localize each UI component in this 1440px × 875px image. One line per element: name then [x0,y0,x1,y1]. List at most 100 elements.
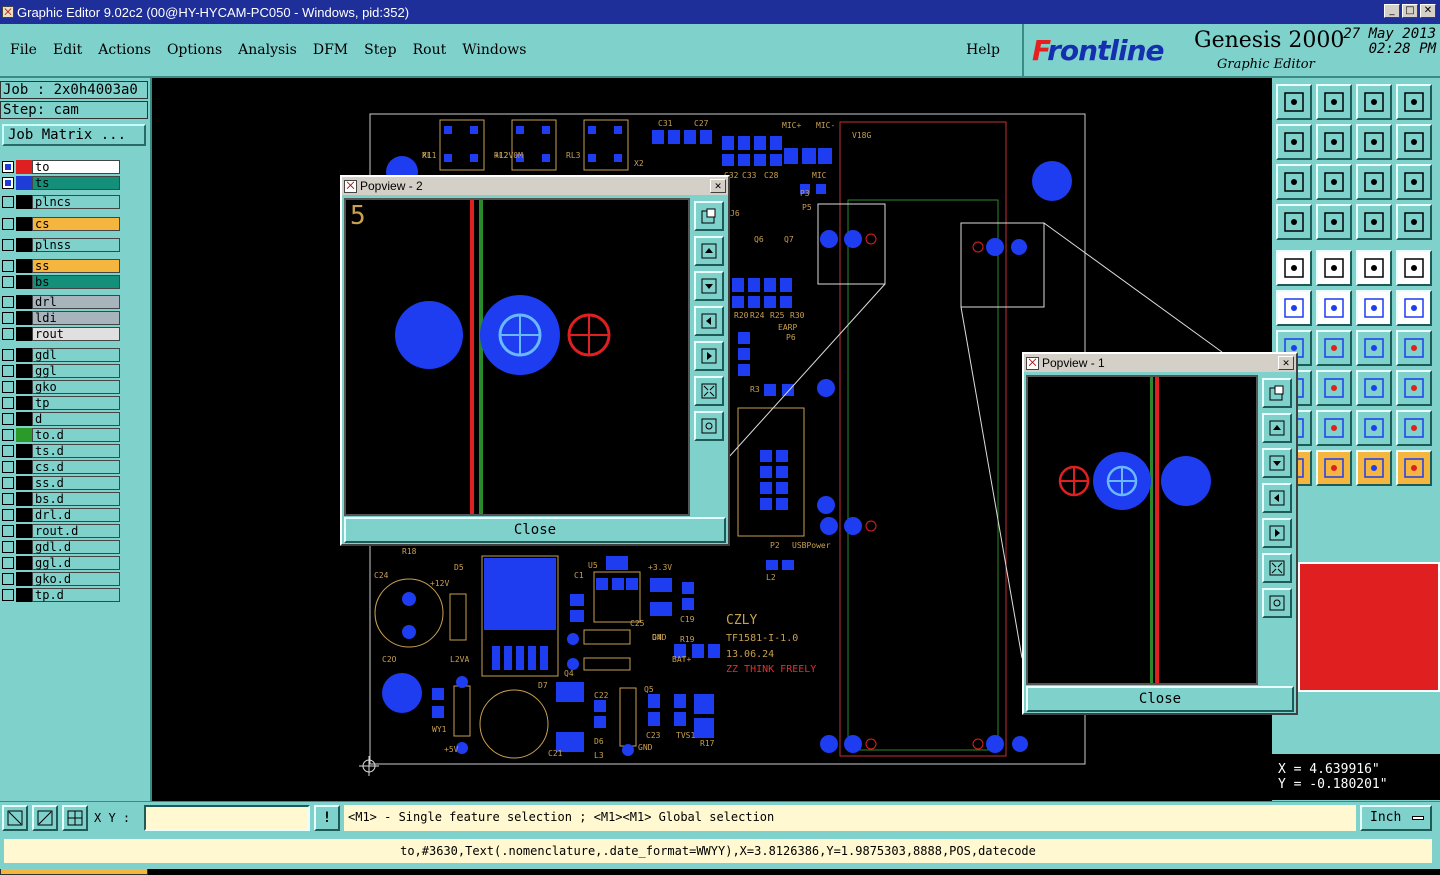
component-icon[interactable] [1396,370,1432,406]
pv-pan-down-icon[interactable] [694,271,724,301]
pv-zoom-in-icon[interactable] [1262,553,1292,583]
menu-options[interactable]: Options [159,42,230,58]
layer-color-swatch[interactable] [16,295,32,309]
scale-icon[interactable] [1356,164,1392,200]
fit-icon[interactable] [1276,164,1312,200]
layer-row-drl-d[interactable]: drl.d [2,508,120,522]
layer-checkbox[interactable] [2,509,14,521]
layer-checkbox[interactable] [2,429,14,441]
layer-name[interactable]: to [32,160,120,174]
layer-color-swatch[interactable] [16,275,32,289]
net-icon[interactable] [1276,290,1312,326]
popview-1-view[interactable] [1026,375,1258,685]
layer-name[interactable]: ldi [32,311,120,325]
layer-name[interactable]: rout.d [32,524,120,538]
menu-windows[interactable]: Windows [454,42,534,58]
layer-checkbox[interactable] [2,573,14,585]
snap-icon[interactable] [2,805,28,831]
layer-checkbox[interactable] [2,177,14,189]
layer-checkbox[interactable] [2,557,14,569]
layer-row-drl[interactable]: drl [2,295,120,309]
layer-color-swatch[interactable] [16,444,32,458]
menu-actions[interactable]: Actions [90,42,159,58]
layer-name[interactable]: plncs [32,195,120,209]
polygon-icon[interactable] [1316,250,1352,286]
layer-row-rout-d[interactable]: rout.d [2,524,120,538]
menu-dfm[interactable]: DFM [305,42,356,58]
layer-name[interactable]: cs [32,217,120,231]
layer-checkbox[interactable] [2,239,14,251]
pv-pan-left-icon[interactable] [1262,483,1292,513]
layer-color-swatch[interactable] [16,428,32,442]
units-dropdown[interactable]: Inch [1360,805,1432,831]
popview-2-close-button[interactable]: Close [344,517,726,543]
layer-row-cs-d[interactable]: cs.d [2,460,120,474]
pv-pan-down-icon[interactable] [1262,448,1292,478]
pv-zoom-icon[interactable] [694,201,724,231]
connect-icon[interactable] [1356,290,1392,326]
layer-checkbox[interactable] [2,196,14,208]
help-icon[interactable] [1396,164,1432,200]
layer-row-tp[interactable]: tp [2,396,120,410]
layer-name[interactable]: ts [32,176,120,190]
layer-name[interactable]: gdl [32,348,120,362]
diag-icon[interactable] [1316,330,1352,366]
layer-row-ggl-d[interactable]: ggl.d [2,556,120,570]
maximize-button[interactable]: □ [1402,4,1418,18]
popview-1-close-x[interactable]: ✕ [1278,356,1294,370]
layer-row-ts[interactable]: ts [2,176,120,190]
circle-icon[interactable] [1396,250,1432,286]
layer-name[interactable]: gko.d [32,572,120,586]
layer-color-swatch[interactable] [16,238,32,252]
layer-row-ldi[interactable]: ldi [2,311,120,325]
popview-2-view[interactable]: 5 [344,198,690,516]
pv-pan-up-icon[interactable] [694,236,724,266]
layer-row-d[interactable]: d [2,412,120,426]
minimize-button[interactable]: _ [1384,4,1400,18]
layer-checkbox[interactable] [2,397,14,409]
layer-row-gdl-d[interactable]: gdl.d [2,540,120,554]
pv-pan-left-icon[interactable] [694,306,724,336]
layer-name[interactable]: bs [32,275,120,289]
menu-edit[interactable]: Edit [45,42,90,58]
layer-color-swatch[interactable] [16,588,32,602]
layer-row-gdl[interactable]: gdl [2,348,120,362]
job-matrix-button[interactable]: Job Matrix ... [2,124,146,146]
layer-name[interactable]: ggl.d [32,556,120,570]
layer-color-swatch[interactable] [16,217,32,231]
open-step-icon[interactable] [1276,84,1312,120]
layer-color-swatch[interactable] [16,476,32,490]
layer-row-rout[interactable]: rout [2,327,120,341]
layer-row-plncs[interactable]: plncs [2,195,120,209]
cross-icon[interactable] [1316,290,1352,326]
layer-row-bs[interactable]: bs [2,275,120,289]
layer-row-cs[interactable]: cs [2,217,120,231]
layer-checkbox[interactable] [2,445,14,457]
layer-row-bs-d[interactable]: bs.d [2,492,120,506]
slot-icon[interactable] [1316,370,1352,406]
pv-zoom-out-icon[interactable] [1262,588,1292,618]
save-icon[interactable] [1316,84,1352,120]
layer-name[interactable]: plnss [32,238,120,252]
layer-name[interactable]: ts.d [32,444,120,458]
ruler-icon[interactable] [1356,250,1392,286]
layer-color-swatch[interactable] [16,195,32,209]
layer-checkbox[interactable] [2,349,14,361]
layer-name[interactable]: tp [32,396,120,410]
layer-checkbox[interactable] [2,413,14,425]
measure-icon[interactable] [32,805,58,831]
layer-color-swatch[interactable] [16,396,32,410]
redraw-icon[interactable] [1396,124,1432,160]
pad-icon[interactable] [1276,250,1312,286]
layer-color-swatch[interactable] [16,492,32,506]
layer-name[interactable]: ss [32,259,120,273]
layer-row-tp-d[interactable]: tp.d [2,588,120,602]
arrow-b-icon[interactable] [1316,410,1352,446]
layer-checkbox[interactable] [2,381,14,393]
layer-checkbox[interactable] [2,296,14,308]
select-b-icon[interactable] [1316,450,1352,486]
layer-row-ts-d[interactable]: ts.d [2,444,120,458]
layer-color-swatch[interactable] [16,412,32,426]
select-c-icon[interactable] [1356,450,1392,486]
layer-checkbox[interactable] [2,218,14,230]
